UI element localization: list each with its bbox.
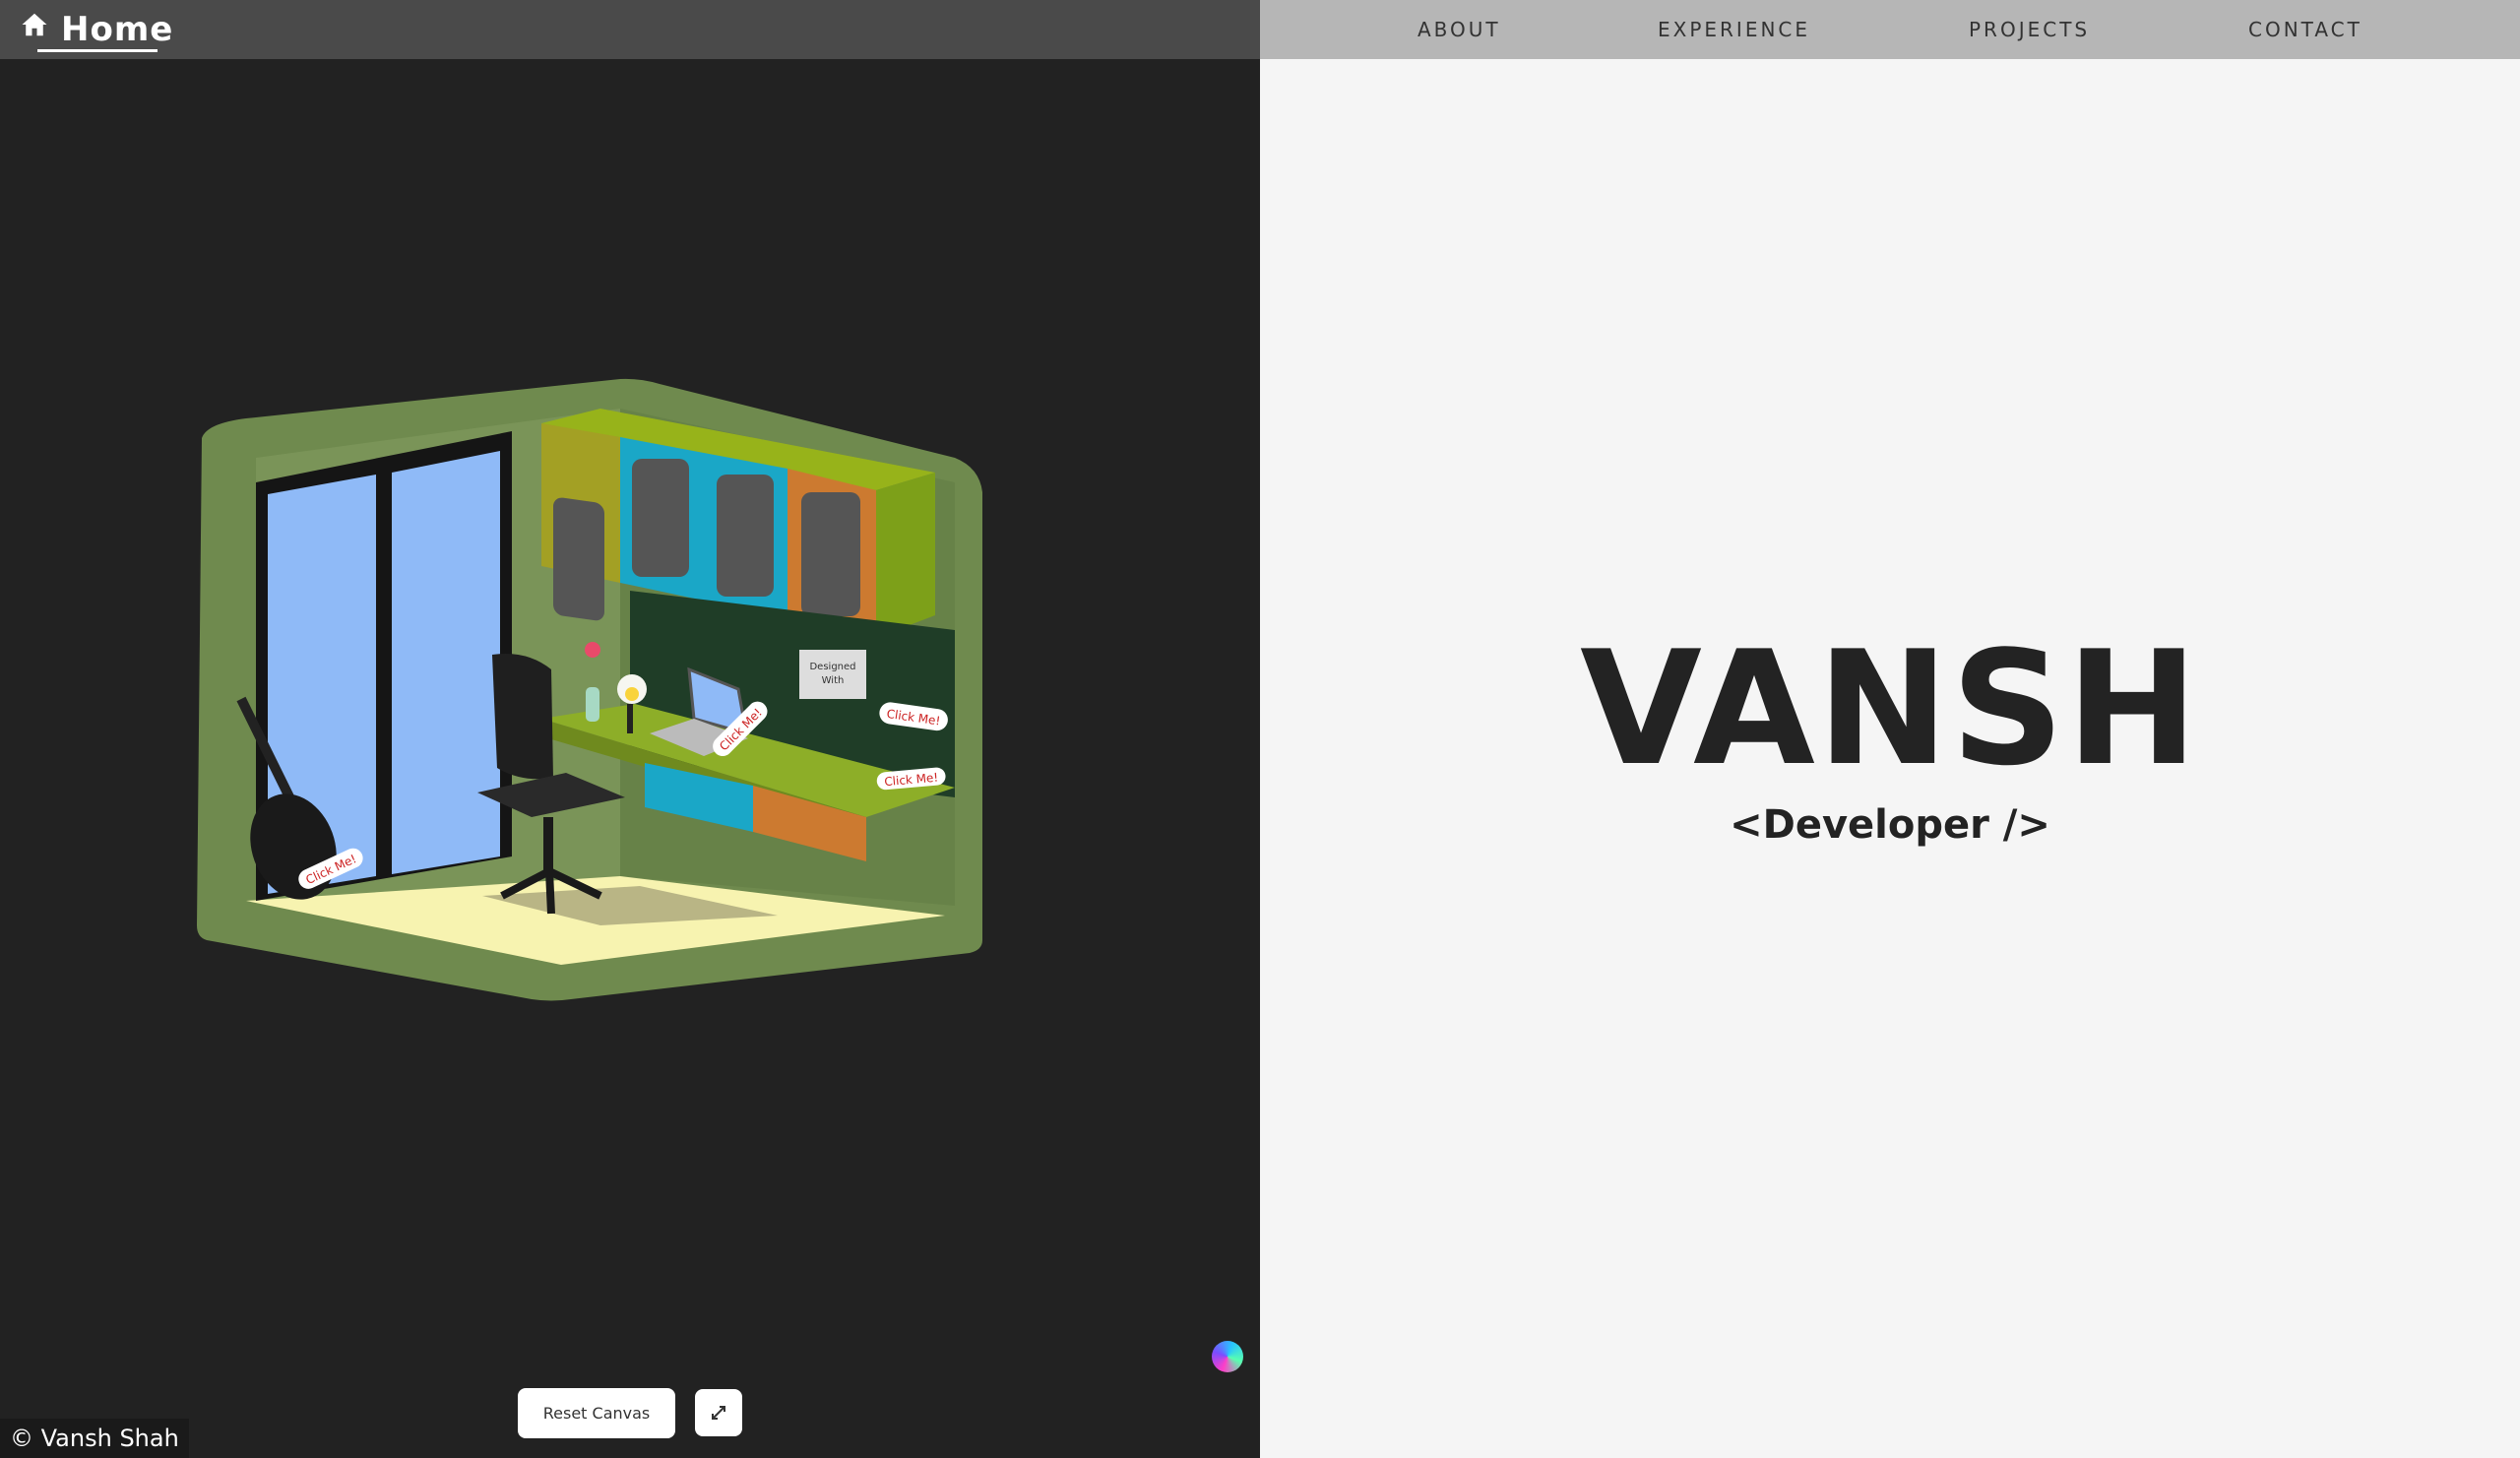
designed-with-sign (799, 650, 866, 699)
reset-canvas-button[interactable]: Reset Canvas (518, 1388, 675, 1438)
designed-with-text: Designed (809, 662, 855, 672)
lamp-light (625, 687, 639, 701)
chair-back (492, 654, 553, 780)
cabinet-side (876, 473, 935, 638)
home-underline (37, 49, 158, 52)
home-icon (22, 13, 47, 36)
nav-about[interactable]: ABOUT (1418, 0, 1501, 59)
room-scene[interactable]: Designed With Click Me! Click Me! Click … (187, 364, 994, 1004)
cabinet-panel-3 (801, 492, 860, 616)
flower (585, 642, 600, 658)
window-glass-right (392, 451, 500, 874)
top-nav: ABOUT EXPERIENCE PROJECTS CONTACT (1260, 0, 2520, 59)
hero-role: <Developer /> (1730, 802, 2050, 848)
copyright: © Vansh Shah (0, 1419, 189, 1458)
hero-name: VANSH (1580, 616, 2200, 800)
home-link[interactable]: Home (20, 8, 173, 51)
nav-experience[interactable]: EXPERIENCE (1658, 0, 1810, 59)
top-bar-left (0, 0, 1260, 59)
chair-post (543, 817, 553, 871)
designed-with-text-2: With (822, 675, 845, 686)
vase (586, 687, 599, 722)
expand-icon (712, 1406, 725, 1420)
cabinet-yellow-panel (553, 497, 604, 621)
cabinet-panel-2 (717, 475, 774, 597)
lamp-stand (627, 704, 633, 733)
nav-projects[interactable]: PROJECTS (1969, 0, 2090, 59)
expand-button[interactable] (695, 1389, 742, 1436)
cabinet-panel-1 (632, 459, 689, 577)
theme-orb-icon[interactable] (1212, 1341, 1243, 1372)
home-label: Home (61, 10, 174, 49)
nav-contact[interactable]: CONTACT (2248, 0, 2362, 59)
